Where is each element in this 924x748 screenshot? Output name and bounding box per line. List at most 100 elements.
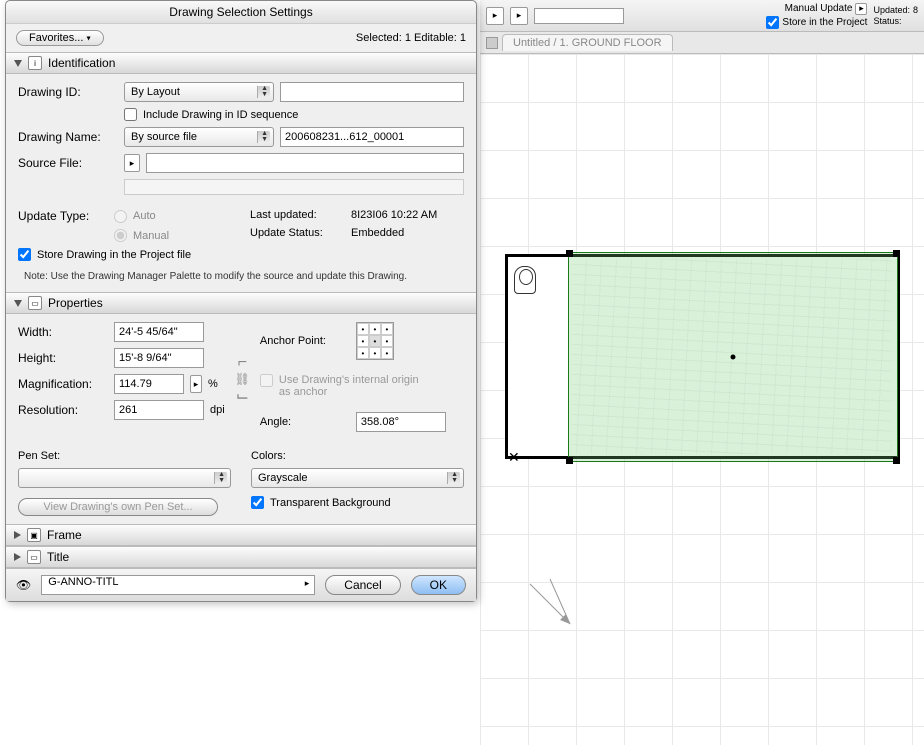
drawing-id-mode-select[interactable]: By Layout▲▼ xyxy=(124,82,274,102)
colors-select[interactable]: Grayscale▲▼ xyxy=(251,468,464,488)
toolbar-nav-btn-2[interactable]: ▸ xyxy=(510,7,528,25)
width-field[interactable] xyxy=(114,322,204,342)
anchor-point-label: Anchor Point: xyxy=(260,335,350,347)
frame-title: Frame xyxy=(47,528,82,542)
manual-update-menu[interactable]: ▸ xyxy=(855,3,867,15)
identification-note: Note: Use the Drawing Manager Palette to… xyxy=(18,267,464,284)
update-manual-label: Manual xyxy=(133,230,169,242)
angle-label: Angle: xyxy=(260,416,350,428)
resize-handle-tr[interactable] xyxy=(893,250,900,257)
update-status-label: Update Status: xyxy=(250,227,345,239)
manual-update-label: Manual Update xyxy=(785,3,853,14)
layer-select[interactable]: G-ANNO-TITL xyxy=(41,575,315,595)
penset-label: Pen Set: xyxy=(18,450,60,462)
title-icon: ▭ xyxy=(27,550,41,564)
width-label: Width: xyxy=(18,325,108,339)
resize-handle-bl[interactable] xyxy=(566,457,573,464)
frame-header[interactable]: ▣ Frame xyxy=(6,524,476,546)
store-project-label: Store in the Project xyxy=(782,17,867,28)
tab-bar: Untitled / 1. GROUND FLOOR xyxy=(480,32,924,54)
transparent-bg-checkbox[interactable] xyxy=(251,496,264,509)
cursor-arrow-icon xyxy=(520,574,580,634)
tab-icon xyxy=(486,37,498,49)
cancel-button[interactable]: Cancel xyxy=(325,575,400,595)
resize-handle-br[interactable] xyxy=(893,457,900,464)
frame-icon: ▣ xyxy=(27,528,41,542)
include-sequence-checkbox[interactable] xyxy=(124,108,137,121)
disclosure-triangle-icon[interactable] xyxy=(14,60,22,67)
internal-origin-checkbox xyxy=(260,374,273,387)
height-field[interactable] xyxy=(114,348,204,368)
ok-button[interactable]: OK xyxy=(411,575,466,595)
canvas-toolbar: ▸ ▸ Manual Update ▸ Store in the Project… xyxy=(480,0,924,32)
anchor-point-grid[interactable] xyxy=(356,322,394,360)
properties-icon: ▭ xyxy=(28,296,42,310)
resolution-label: Resolution: xyxy=(18,403,108,417)
identification-body: Drawing ID: By Layout▲▼ Include Drawing … xyxy=(6,74,476,292)
tab-ground-floor[interactable]: Untitled / 1. GROUND FLOOR xyxy=(502,34,673,51)
layer-visibility-icon[interactable]: 👁 xyxy=(16,578,31,592)
store-drawing-checkbox[interactable] xyxy=(18,248,31,261)
center-handle[interactable] xyxy=(731,355,736,360)
identification-header[interactable]: i Identification xyxy=(6,52,476,74)
magnification-field[interactable] xyxy=(114,374,184,394)
source-file-path-display xyxy=(124,179,464,195)
identification-title: Identification xyxy=(48,56,115,70)
store-drawing-label: Store Drawing in the Project file xyxy=(37,249,191,261)
include-sequence-label: Include Drawing in ID sequence xyxy=(143,109,298,121)
drawing-id-label: Drawing ID: xyxy=(18,85,118,99)
last-updated-value: 8I23I06 10:22 AM xyxy=(351,209,437,221)
drawing-grid[interactable]: ✕ xyxy=(480,54,924,745)
update-auto-label: Auto xyxy=(133,210,156,222)
internal-origin-label: Use Drawing's internal origin as anchor xyxy=(279,374,419,398)
info-icon: i xyxy=(28,56,42,70)
update-auto-radio xyxy=(114,210,127,223)
magnification-label: Magnification: xyxy=(18,377,108,391)
properties-title: Properties xyxy=(48,296,103,310)
source-file-label: Source File: xyxy=(18,156,118,170)
last-updated-label: Last updated: xyxy=(250,209,345,221)
dialog-title: Drawing Selection Settings xyxy=(6,1,476,24)
resolution-field[interactable] xyxy=(114,400,204,420)
source-file-browse-button[interactable]: ▸ xyxy=(124,154,140,172)
status-label: Status: xyxy=(873,16,901,26)
magnification-unit: % xyxy=(208,378,218,390)
colors-label: Colors: xyxy=(251,450,286,462)
title-header[interactable]: ▭ Title xyxy=(6,546,476,568)
link-chain-icon[interactable]: ⛓ xyxy=(235,372,250,386)
updated-label: Updated: xyxy=(873,5,910,15)
transparent-bg-label: Transparent Background xyxy=(270,497,391,509)
disclosure-triangle-icon[interactable] xyxy=(14,553,21,561)
resolution-unit: dpi xyxy=(210,404,225,416)
toolbar-nav-btn-1[interactable]: ▸ xyxy=(486,7,504,25)
update-status-value: Embedded xyxy=(351,227,404,239)
drawing-selection-settings-dialog: Drawing Selection Settings Favorites... … xyxy=(5,0,477,602)
view-own-penset-button[interactable]: View Drawing's own Pen Set... xyxy=(18,498,218,516)
updated-value: 8 xyxy=(913,5,918,15)
title-title: Title xyxy=(47,550,69,564)
disclosure-triangle-icon[interactable] xyxy=(14,300,22,307)
penset-select[interactable]: ▲▼ xyxy=(18,468,231,488)
update-type-label: Update Type: xyxy=(18,209,108,223)
origin-cross-icon: ✕ xyxy=(508,450,520,748)
dialog-footer: 👁 G-ANNO-TITL Cancel OK xyxy=(6,568,476,601)
canvas-area: ▸ ▸ Manual Update ▸ Store in the Project… xyxy=(480,0,924,745)
drawing-name-label: Drawing Name: xyxy=(18,130,118,144)
properties-body: Width: Height: Magnification: ▸ % Resolu… xyxy=(6,314,476,524)
disclosure-triangle-icon[interactable] xyxy=(14,531,21,539)
magnification-menu-button[interactable]: ▸ xyxy=(190,375,202,393)
favorites-button[interactable]: Favorites... xyxy=(16,30,104,46)
angle-field[interactable] xyxy=(356,412,446,432)
drawing-name-field[interactable] xyxy=(280,127,464,147)
store-project-checkbox[interactable] xyxy=(766,16,779,29)
toilet-fixture-icon xyxy=(514,266,536,294)
drawing-id-field[interactable] xyxy=(280,82,464,102)
height-label: Height: xyxy=(18,351,108,365)
source-file-field[interactable] xyxy=(146,153,464,173)
resize-handle-tl[interactable] xyxy=(566,250,573,257)
toolbar-input[interactable] xyxy=(534,8,624,24)
drawing-name-mode-select[interactable]: By source file▲▼ xyxy=(124,127,274,147)
properties-header[interactable]: ▭ Properties xyxy=(6,292,476,314)
selection-box[interactable] xyxy=(568,252,898,462)
selection-count: Selected: 1 Editable: 1 xyxy=(356,32,466,44)
